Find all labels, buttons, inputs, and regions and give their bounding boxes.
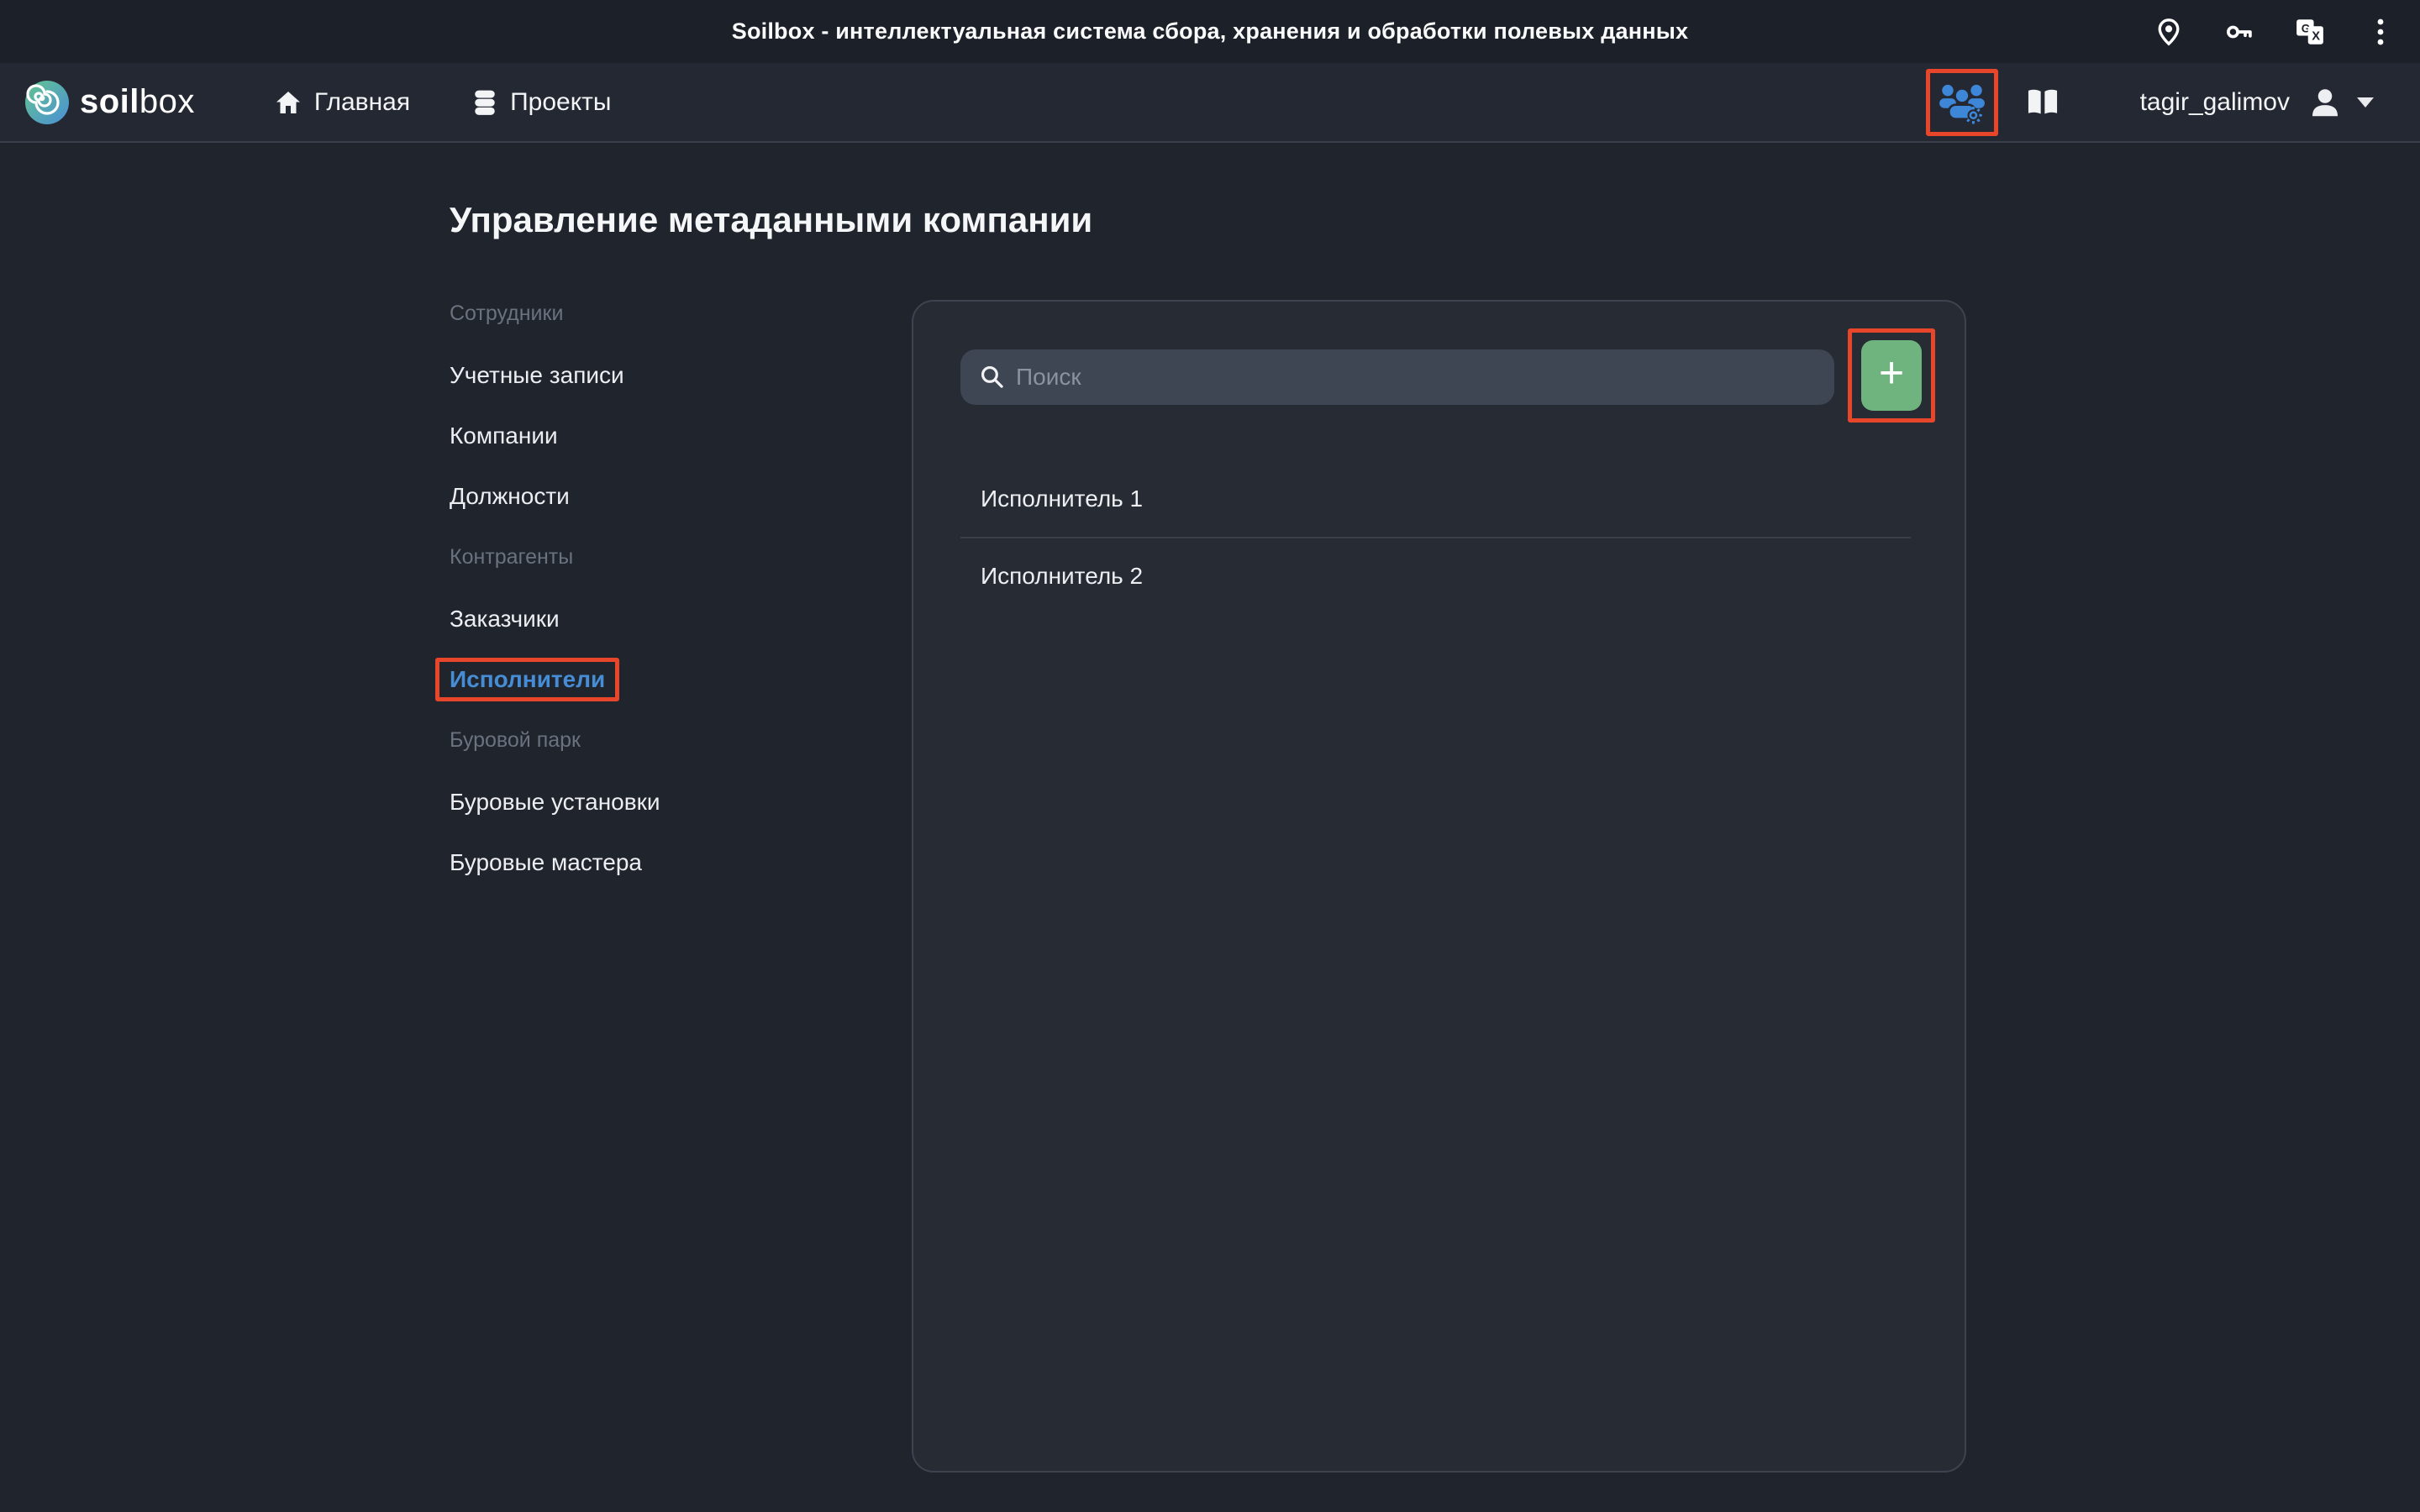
username[interactable]: tagir_galimov	[2140, 88, 2290, 117]
navbar-right: tagir_galimov	[1926, 69, 2374, 136]
sidebar-item-accounts[interactable]: Учетные записи	[450, 363, 811, 388]
user-avatar-icon[interactable]	[2308, 86, 2342, 119]
sidebar-section-counterparties: Контрагенты Заказчики Исполнители	[450, 544, 811, 692]
sidebar-section-employees: Сотрудники Учетные записи Компании Должн…	[450, 301, 811, 509]
sidebar-item-drilling-masters[interactable]: Буровые мастера	[450, 850, 811, 875]
database-icon	[472, 89, 497, 116]
nav-menu: Главная Проекты	[275, 88, 612, 117]
soilbox-logo-icon	[25, 81, 69, 124]
list-item-contractor-2[interactable]: Исполнитель 2	[960, 537, 1911, 612]
contractors-panel: + Исполнитель 1 Исполнитель 2	[912, 300, 1966, 1473]
overflow-menu-icon[interactable]	[2366, 18, 2395, 46]
translate-icon[interactable]: G X	[2296, 18, 2324, 46]
contractors-list: Исполнитель 1 Исполнитель 2	[960, 461, 1911, 612]
sidebar-item-contractors-annotation[interactable]: Исполнители	[435, 658, 619, 701]
sidebar-section-label: Буровой парк	[450, 727, 811, 753]
metadata-sidebar: Сотрудники Учетные записи Компании Должн…	[450, 301, 811, 911]
sidebar-section-drilling-park: Буровой парк Буровые установки Буровые м…	[450, 727, 811, 875]
home-icon	[275, 90, 302, 115]
key-icon[interactable]	[2225, 18, 2254, 46]
sidebar-item-customers[interactable]: Заказчики	[450, 606, 811, 632]
sidebar-section-label: Контрагенты	[450, 544, 811, 570]
sidebar-item-positions[interactable]: Должности	[450, 484, 811, 509]
sidebar-item-companies[interactable]: Компании	[450, 423, 811, 449]
nav-item-label: Главная	[314, 88, 410, 117]
nav-item-projects[interactable]: Проекты	[472, 88, 611, 117]
list-item-contractor-1[interactable]: Исполнитель 1	[960, 461, 1911, 537]
users-gear-icon[interactable]	[1938, 81, 1986, 124]
page-title: Управление метаданными компании	[450, 200, 1092, 240]
sidebar-item-drilling-rigs[interactable]: Буровые установки	[450, 790, 811, 815]
users-admin-annotation	[1926, 69, 1998, 136]
brand-wordmark: soilbox	[80, 83, 195, 121]
docs-book-icon[interactable]	[2023, 87, 2062, 118]
search-input[interactable]	[960, 349, 1834, 405]
nav-item-label: Проекты	[510, 88, 611, 117]
add-button-annotation: +	[1848, 328, 1935, 423]
system-title: Soilbox - интеллектуальная система сбора…	[0, 0, 2420, 63]
svg-text:X: X	[2312, 29, 2320, 43]
add-contractor-button[interactable]: +	[1861, 340, 1922, 411]
sidebar-section-label: Сотрудники	[450, 301, 811, 326]
chevron-down-icon[interactable]	[2357, 97, 2374, 108]
brand-logo-link[interactable]: soilbox	[25, 81, 195, 124]
topbar-icons: G X	[2154, 0, 2395, 63]
system-topbar: Soilbox - интеллектуальная система сбора…	[0, 0, 2420, 63]
nav-item-home[interactable]: Главная	[275, 88, 410, 117]
navbar: soilbox Главная Проекты	[0, 63, 2420, 143]
location-icon[interactable]	[2154, 18, 2183, 46]
sidebar-item-contractors[interactable]: Исполнители	[450, 667, 811, 692]
